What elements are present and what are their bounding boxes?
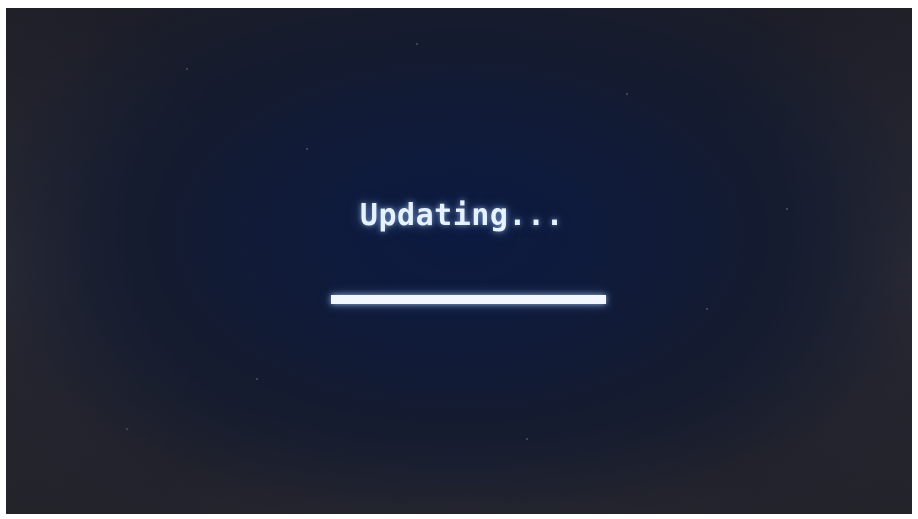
screen-vignette — [6, 8, 912, 514]
update-progress-bar — [331, 295, 606, 304]
update-status-text: Updating... — [359, 198, 565, 233]
update-progress-fill — [331, 295, 606, 304]
display-screen: Updating... — [6, 8, 912, 514]
dust-speck — [526, 438, 528, 440]
dust-speck — [186, 68, 188, 70]
photo-frame: Updating... — [0, 0, 918, 519]
dust-speck — [126, 428, 128, 430]
dust-speck — [706, 308, 708, 310]
dust-speck — [256, 378, 258, 380]
dust-speck — [306, 148, 308, 150]
dust-speck — [626, 93, 628, 95]
dust-speck — [416, 43, 418, 45]
